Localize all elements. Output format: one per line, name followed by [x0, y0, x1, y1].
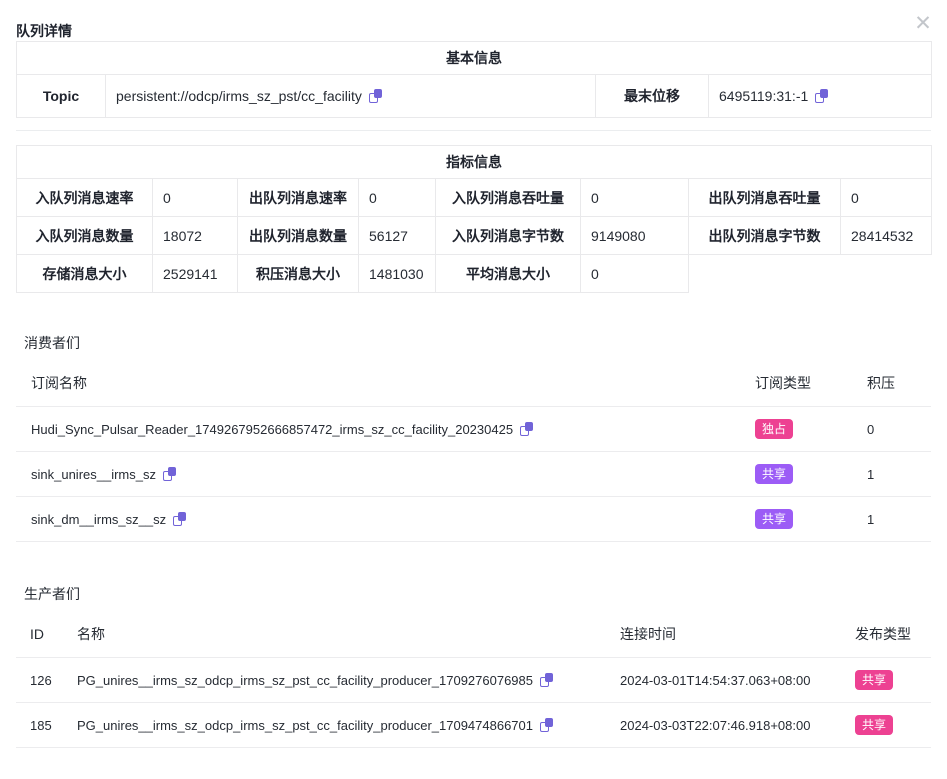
producer-name-cell: PG_unires__irms_sz_odcp_irms_sz_pst_cc_f… [77, 658, 620, 703]
topic-label: Topic [17, 75, 106, 118]
producer-id-cell: 185 [16, 703, 77, 748]
metric-value: 0 [841, 179, 932, 217]
column-header-id: ID [16, 604, 77, 658]
producers-table: ID 名称 连接时间 发布类型 126 PG_unires__irms_sz_o… [16, 604, 931, 748]
topic-value: persistent://odcp/irms_sz_pst/cc_facilit… [116, 88, 362, 104]
metrics-row: 入队列消息数量 18072 出队列消息数量 56127 入队列消息字节数 914… [17, 217, 932, 255]
metric-value: 0 [581, 179, 689, 217]
subscription-type-cell: 共享 [755, 497, 867, 542]
status-badge: 独占 [755, 419, 793, 439]
metric-value: 0 [359, 179, 436, 217]
metric-value: 18072 [153, 217, 238, 255]
subscription-type-cell: 独占 [755, 407, 867, 452]
producer-name-cell: PG_unires__irms_sz_odcp_irms_sz_pst_cc_f… [77, 703, 620, 748]
copy-icon[interactable] [163, 467, 176, 481]
table-row: 185 PG_unires__irms_sz_odcp_irms_sz_pst_… [16, 703, 931, 748]
metrics-header: 指标信息 [17, 146, 932, 179]
consumers-header-row: 订阅名称 订阅类型 积压 [16, 353, 931, 407]
copy-icon[interactable] [369, 89, 382, 103]
copy-icon[interactable] [540, 673, 553, 687]
producers-section-title: 生产者们 [24, 584, 923, 604]
topic-value-cell: persistent://odcp/irms_sz_pst/cc_facilit… [106, 75, 596, 118]
subscription-name: sink_unires__irms_sz [31, 467, 156, 482]
status-badge: 共享 [755, 464, 793, 484]
metric-value: 2529141 [153, 255, 238, 293]
metric-value: 0 [581, 255, 689, 293]
metric-label: 出队列消息速率 [238, 179, 359, 217]
producer-name: PG_unires__irms_sz_odcp_irms_sz_pst_cc_f… [77, 718, 533, 733]
metric-label: 平均消息大小 [436, 255, 581, 293]
metric-label: 存储消息大小 [17, 255, 153, 293]
last-offset-value: 6495119:31:-1 [719, 88, 808, 104]
table-row: sink_unires__irms_sz 共享 1 [16, 452, 931, 497]
basic-info-header: 基本信息 [17, 42, 932, 75]
metric-label: 出队列消息字节数 [689, 217, 841, 255]
metric-value: 28414532 [841, 217, 932, 255]
metric-value: 56127 [359, 217, 436, 255]
metrics-table: 指标信息 入队列消息速率 0 出队列消息速率 0 入队列消息吞吐量 0 出队列消… [16, 145, 932, 293]
section-divider [16, 130, 931, 131]
status-badge: 共享 [855, 715, 893, 735]
table-row: 126 PG_unires__irms_sz_odcp_irms_sz_pst_… [16, 658, 931, 703]
subscription-name-cell: sink_unires__irms_sz [16, 452, 755, 497]
publish-type-cell: 共享 [855, 658, 931, 703]
consumers-section-title: 消费者们 [24, 333, 923, 353]
subscription-name-cell: Hudi_Sync_Pulsar_Reader_1749267952666857… [16, 407, 755, 452]
producers-header-row: ID 名称 连接时间 发布类型 [16, 604, 931, 658]
publish-type-cell: 共享 [855, 703, 931, 748]
metric-label: 入队列消息吞吐量 [436, 179, 581, 217]
backlog-cell: 1 [867, 497, 931, 542]
last-offset-value-cell: 6495119:31:-1 [709, 75, 932, 118]
producer-name: PG_unires__irms_sz_odcp_irms_sz_pst_cc_f… [77, 673, 533, 688]
column-header-backlog: 积压 [867, 353, 931, 407]
metric-label: 入队列消息字节数 [436, 217, 581, 255]
connect-time-cell: 2024-03-03T22:07:46.918+08:00 [620, 703, 855, 748]
subscription-name: sink_dm__irms_sz__sz [31, 512, 166, 527]
modal-header: 队列详情 ✕ [0, 0, 947, 41]
subscription-name-cell: sink_dm__irms_sz__sz [16, 497, 755, 542]
metric-label: 出队列消息数量 [238, 217, 359, 255]
metrics-row: 存储消息大小 2529141 积压消息大小 1481030 平均消息大小 0 [17, 255, 932, 293]
table-row: Hudi_Sync_Pulsar_Reader_1749267952666857… [16, 407, 931, 452]
column-header-name: 名称 [77, 604, 620, 658]
backlog-cell: 1 [867, 452, 931, 497]
queue-detail-modal: 队列详情 ✕ 基本信息 Topic persistent://odcp/irms… [0, 0, 947, 779]
page-title: 队列详情 [16, 23, 72, 39]
backlog-cell: 0 [867, 407, 931, 452]
subscription-name: Hudi_Sync_Pulsar_Reader_1749267952666857… [31, 422, 513, 437]
copy-icon[interactable] [815, 89, 828, 103]
copy-icon[interactable] [173, 512, 186, 526]
copy-icon[interactable] [540, 718, 553, 732]
connect-time-cell: 2024-03-01T14:54:37.063+08:00 [620, 658, 855, 703]
column-header-subscription-name: 订阅名称 [16, 353, 755, 407]
table-row: sink_dm__irms_sz__sz 共享 1 [16, 497, 931, 542]
metric-label: 积压消息大小 [238, 255, 359, 293]
metric-label: 入队列消息速率 [17, 179, 153, 217]
metric-label: 入队列消息数量 [17, 217, 153, 255]
consumers-table: 订阅名称 订阅类型 积压 Hudi_Sync_Pulsar_Reader_174… [16, 353, 931, 542]
producer-id-cell: 126 [16, 658, 77, 703]
metric-value: 1481030 [359, 255, 436, 293]
column-header-connect-time: 连接时间 [620, 604, 855, 658]
status-badge: 共享 [855, 670, 893, 690]
subscription-type-cell: 共享 [755, 452, 867, 497]
metrics-row: 入队列消息速率 0 出队列消息速率 0 入队列消息吞吐量 0 出队列消息吞吐量 … [17, 179, 932, 217]
metric-value: 9149080 [581, 217, 689, 255]
basic-info-table: 基本信息 Topic persistent://odcp/irms_sz_pst… [16, 41, 932, 118]
metrics-empty-cell [689, 255, 932, 293]
column-header-subscription-type: 订阅类型 [755, 353, 867, 407]
status-badge: 共享 [755, 509, 793, 529]
column-header-publish-type: 发布类型 [855, 604, 931, 658]
last-offset-label: 最末位移 [596, 75, 709, 118]
copy-icon[interactable] [520, 422, 533, 436]
close-icon[interactable]: ✕ [911, 12, 935, 36]
metric-value: 0 [153, 179, 238, 217]
metric-label: 出队列消息吞吐量 [689, 179, 841, 217]
